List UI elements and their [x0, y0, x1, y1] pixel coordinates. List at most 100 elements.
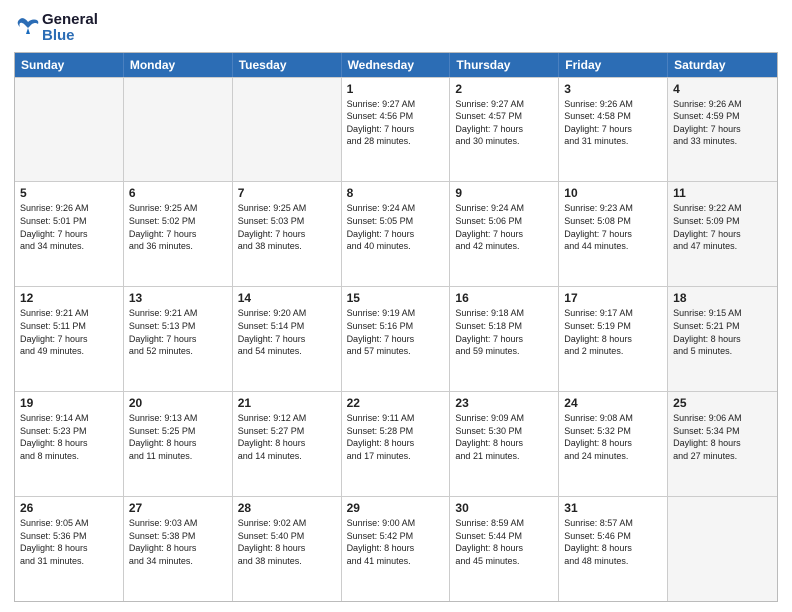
cal-cell: 24 Sunrise: 9:08 AM Sunset: 5:32 PM Dayli… — [559, 392, 668, 496]
header-day-sunday: Sunday — [15, 53, 124, 77]
cell-info: Sunrise: 9:24 AM Sunset: 5:05 PM Dayligh… — [347, 202, 445, 252]
day-number: 23 — [455, 396, 553, 410]
week-row-2: 5 Sunrise: 9:26 AM Sunset: 5:01 PM Daylig… — [15, 181, 777, 286]
header-day-saturday: Saturday — [668, 53, 777, 77]
header-day-thursday: Thursday — [450, 53, 559, 77]
cell-info: Sunrise: 9:25 AM Sunset: 5:03 PM Dayligh… — [238, 202, 336, 252]
day-number: 14 — [238, 291, 336, 305]
day-number: 18 — [673, 291, 772, 305]
cal-cell: 14 Sunrise: 9:20 AM Sunset: 5:14 PM Dayli… — [233, 287, 342, 391]
cell-info: Sunrise: 9:24 AM Sunset: 5:06 PM Dayligh… — [455, 202, 553, 252]
cal-cell: 28 Sunrise: 9:02 AM Sunset: 5:40 PM Dayli… — [233, 497, 342, 601]
cell-info: Sunrise: 9:13 AM Sunset: 5:25 PM Dayligh… — [129, 412, 227, 462]
header-day-monday: Monday — [124, 53, 233, 77]
logo-bird-icon — [14, 14, 42, 42]
day-number: 29 — [347, 501, 445, 515]
cal-cell: 3Sunrise: 9:26 AM Sunset: 4:58 PM Daylig… — [559, 78, 668, 182]
cal-cell: 20 Sunrise: 9:13 AM Sunset: 5:25 PM Dayli… — [124, 392, 233, 496]
header: General Blue — [14, 12, 778, 44]
week-row-3: 12Sunrise: 9:21 AM Sunset: 5:11 PM Dayli… — [15, 286, 777, 391]
day-number: 15 — [347, 291, 445, 305]
day-number: 20 — [129, 396, 227, 410]
day-number: 1 — [347, 82, 445, 96]
day-number: 11 — [673, 186, 772, 200]
cal-cell: 17 Sunrise: 9:17 AM Sunset: 5:19 PM Dayli… — [559, 287, 668, 391]
cal-cell: 29 Sunrise: 9:00 AM Sunset: 5:42 PM Dayli… — [342, 497, 451, 601]
cell-info: Sunrise: 9:06 AM Sunset: 5:34 PM Dayligh… — [673, 412, 772, 462]
cal-cell: 25 Sunrise: 9:06 AM Sunset: 5:34 PM Dayli… — [668, 392, 777, 496]
cell-info: Sunrise: 9:23 AM Sunset: 5:08 PM Dayligh… — [564, 202, 662, 252]
day-number: 19 — [20, 396, 118, 410]
cell-info: Sunrise: 9:18 AM Sunset: 5:18 PM Dayligh… — [455, 307, 553, 357]
logo-general: General — [42, 12, 98, 28]
cal-cell: 8 Sunrise: 9:24 AM Sunset: 5:05 PM Daylig… — [342, 182, 451, 286]
cal-cell: 31Sunrise: 8:57 AM Sunset: 5:46 PM Dayli… — [559, 497, 668, 601]
day-number: 8 — [347, 186, 445, 200]
day-number: 10 — [564, 186, 662, 200]
day-number: 7 — [238, 186, 336, 200]
cell-info: Sunrise: 9:03 AM Sunset: 5:38 PM Dayligh… — [129, 517, 227, 567]
cell-info: Sunrise: 9:19 AM Sunset: 5:16 PM Dayligh… — [347, 307, 445, 357]
calendar: SundayMondayTuesdayWednesdayThursdayFrid… — [14, 52, 778, 603]
cell-info: Sunrise: 9:11 AM Sunset: 5:28 PM Dayligh… — [347, 412, 445, 462]
cell-info: Sunrise: 9:17 AM Sunset: 5:19 PM Dayligh… — [564, 307, 662, 357]
week-row-5: 26 Sunrise: 9:05 AM Sunset: 5:36 PM Dayli… — [15, 496, 777, 601]
cell-info: Sunrise: 9:27 AM Sunset: 4:57 PM Dayligh… — [455, 98, 553, 148]
page: General Blue SundayMondayTuesdayWednesda… — [0, 0, 792, 612]
day-number: 25 — [673, 396, 772, 410]
day-number: 5 — [20, 186, 118, 200]
day-number: 21 — [238, 396, 336, 410]
cal-cell: 5 Sunrise: 9:26 AM Sunset: 5:01 PM Daylig… — [15, 182, 124, 286]
day-number: 16 — [455, 291, 553, 305]
cell-info: Sunrise: 9:26 AM Sunset: 4:59 PM Dayligh… — [673, 98, 772, 148]
cal-cell: 27 Sunrise: 9:03 AM Sunset: 5:38 PM Dayli… — [124, 497, 233, 601]
cell-info: Sunrise: 9:00 AM Sunset: 5:42 PM Dayligh… — [347, 517, 445, 567]
day-number: 27 — [129, 501, 227, 515]
week-row-1: 1 Sunrise: 9:27 AM Sunset: 4:56 PM Daylig… — [15, 77, 777, 182]
cell-info: Sunrise: 9:21 AM Sunset: 5:13 PM Dayligh… — [129, 307, 227, 357]
header-day-tuesday: Tuesday — [233, 53, 342, 77]
cell-info: Sunrise: 9:05 AM Sunset: 5:36 PM Dayligh… — [20, 517, 118, 567]
cal-cell: 11Sunrise: 9:22 AM Sunset: 5:09 PM Dayli… — [668, 182, 777, 286]
day-number: 4 — [673, 82, 772, 96]
cell-info: Sunrise: 9:27 AM Sunset: 4:56 PM Dayligh… — [347, 98, 445, 148]
cell-info: Sunrise: 9:02 AM Sunset: 5:40 PM Dayligh… — [238, 517, 336, 567]
cal-cell: 2Sunrise: 9:27 AM Sunset: 4:57 PM Daylig… — [450, 78, 559, 182]
logo: General Blue — [14, 12, 98, 44]
cell-info: Sunrise: 9:26 AM Sunset: 4:58 PM Dayligh… — [564, 98, 662, 148]
day-number: 24 — [564, 396, 662, 410]
cal-cell: 15 Sunrise: 9:19 AM Sunset: 5:16 PM Dayli… — [342, 287, 451, 391]
cell-info: Sunrise: 9:12 AM Sunset: 5:27 PM Dayligh… — [238, 412, 336, 462]
logo-blue: Blue — [42, 28, 98, 44]
cal-cell: 1 Sunrise: 9:27 AM Sunset: 4:56 PM Daylig… — [342, 78, 451, 182]
cell-info: Sunrise: 9:08 AM Sunset: 5:32 PM Dayligh… — [564, 412, 662, 462]
day-number: 26 — [20, 501, 118, 515]
day-number: 22 — [347, 396, 445, 410]
cell-info: Sunrise: 9:14 AM Sunset: 5:23 PM Dayligh… — [20, 412, 118, 462]
cell-info: Sunrise: 9:26 AM Sunset: 5:01 PM Dayligh… — [20, 202, 118, 252]
cal-cell: 23Sunrise: 9:09 AM Sunset: 5:30 PM Dayli… — [450, 392, 559, 496]
cell-info: Sunrise: 9:20 AM Sunset: 5:14 PM Dayligh… — [238, 307, 336, 357]
cal-cell: 13 Sunrise: 9:21 AM Sunset: 5:13 PM Dayli… — [124, 287, 233, 391]
week-row-4: 19 Sunrise: 9:14 AM Sunset: 5:23 PM Dayli… — [15, 391, 777, 496]
cal-cell — [233, 78, 342, 182]
cell-info: Sunrise: 8:59 AM Sunset: 5:44 PM Dayligh… — [455, 517, 553, 567]
day-number: 6 — [129, 186, 227, 200]
cal-cell — [124, 78, 233, 182]
header-day-friday: Friday — [559, 53, 668, 77]
day-number: 28 — [238, 501, 336, 515]
cal-cell: 6Sunrise: 9:25 AM Sunset: 5:02 PM Daylig… — [124, 182, 233, 286]
day-number: 9 — [455, 186, 553, 200]
cell-info: Sunrise: 9:15 AM Sunset: 5:21 PM Dayligh… — [673, 307, 772, 357]
header-day-wednesday: Wednesday — [342, 53, 451, 77]
cal-cell: 16 Sunrise: 9:18 AM Sunset: 5:18 PM Dayli… — [450, 287, 559, 391]
cal-cell — [15, 78, 124, 182]
cal-cell: 30Sunrise: 8:59 AM Sunset: 5:44 PM Dayli… — [450, 497, 559, 601]
cell-info: Sunrise: 9:21 AM Sunset: 5:11 PM Dayligh… — [20, 307, 118, 357]
cell-info: Sunrise: 8:57 AM Sunset: 5:46 PM Dayligh… — [564, 517, 662, 567]
calendar-header: SundayMondayTuesdayWednesdayThursdayFrid… — [15, 53, 777, 77]
day-number: 17 — [564, 291, 662, 305]
day-number: 13 — [129, 291, 227, 305]
cal-cell: 4 Sunrise: 9:26 AM Sunset: 4:59 PM Daylig… — [668, 78, 777, 182]
cal-cell: 21 Sunrise: 9:12 AM Sunset: 5:27 PM Dayli… — [233, 392, 342, 496]
